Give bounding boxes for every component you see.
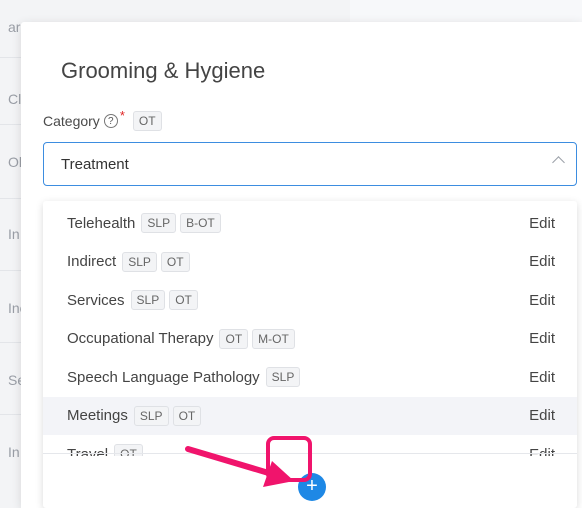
discipline-tag: OT [132, 111, 162, 131]
option-occupational-therapy[interactable]: Occupational Therapy OT M-OT Edit [43, 320, 577, 359]
category-options-list: Telehealth SLP B-OT Edit Indirect SLP OT… [43, 204, 577, 456]
option-services[interactable]: Services SLP OT Edit [43, 281, 577, 320]
option-tag: OT [219, 328, 249, 349]
edit-link[interactable]: Edit [529, 369, 555, 386]
category-select[interactable]: Treatment [43, 142, 577, 186]
option-tag: SLP [265, 367, 301, 388]
option-tag: SLP [122, 251, 157, 272]
option-label: Travel [67, 445, 109, 456]
edit-link[interactable]: Edit [529, 215, 555, 232]
modal-title: Grooming & Hygiene [61, 58, 266, 83]
option-label: Telehealth [67, 214, 136, 232]
option-label: Indirect [67, 253, 117, 271]
option-meetings[interactable]: Meetings SLP OT Edit [43, 396, 577, 435]
option-label: Meetings [67, 407, 128, 425]
option-tag: SLP [141, 213, 177, 234]
option-tag: OT [114, 444, 143, 456]
option-tag: OT [172, 405, 202, 426]
edit-link[interactable]: Edit [529, 407, 555, 424]
category-select-value: Treatment [61, 155, 129, 173]
option-tag: OT [169, 290, 198, 311]
category-label: Category [43, 113, 100, 129]
edit-link[interactable]: Edit [529, 292, 555, 309]
option-speech-language-pathology[interactable]: Speech Language Pathology SLP Edit [43, 358, 577, 397]
highlight-box [266, 436, 312, 482]
edit-link[interactable]: Edit [529, 253, 555, 270]
bg-row-text: In [8, 444, 20, 460]
option-label: Services [67, 291, 125, 309]
option-tag: B-OT [180, 213, 221, 234]
option-label: Occupational Therapy [67, 330, 214, 348]
option-label: Speech Language Pathology [67, 368, 260, 386]
category-label-row: Category ? * OT [43, 107, 162, 132]
option-indirect[interactable]: Indirect SLP OT Edit [43, 243, 577, 282]
option-tag: SLP [130, 290, 166, 311]
option-tag: OT [160, 251, 190, 272]
option-telehealth[interactable]: Telehealth SLP B-OT Edit [43, 204, 577, 243]
help-icon[interactable]: ? [103, 114, 118, 128]
required-asterisk: * [119, 107, 125, 123]
edit-link[interactable]: Edit [529, 446, 555, 456]
chevron-up-icon[interactable] [552, 156, 565, 169]
option-tag: SLP [133, 405, 169, 426]
edit-link[interactable]: Edit [529, 330, 555, 347]
option-tag: M-OT [252, 328, 295, 349]
bg-row-text: In [8, 226, 20, 242]
